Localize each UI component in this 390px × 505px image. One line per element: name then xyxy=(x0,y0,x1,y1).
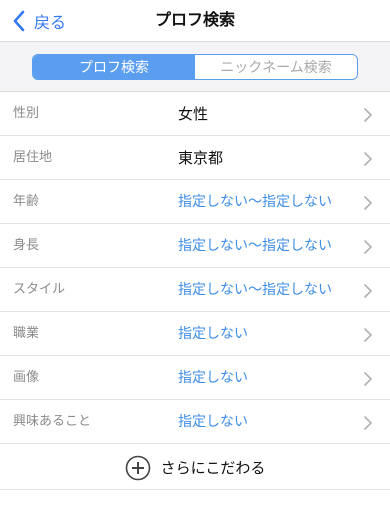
row-value: 指定しない xyxy=(178,414,248,430)
search-screen: 戻る プロフ検索 プロフ検索 ニックネーム検索 性別 女性 居住地 東京都 年齢… xyxy=(0,0,390,505)
chevron-right-icon xyxy=(363,371,373,386)
row-value: 指定しない～指定しない xyxy=(178,282,332,298)
row-value: 指定しない xyxy=(178,326,248,342)
row-value: 指定しない xyxy=(178,370,248,386)
row-label: 画像 xyxy=(13,370,40,385)
row-label: 年齢 xyxy=(13,194,40,209)
chevron-right-icon xyxy=(363,327,373,342)
row-label: 興味あること xyxy=(13,414,92,429)
more-filters-label: さらにこだわる xyxy=(160,459,266,477)
segment-area: プロフ検索 ニックネーム検索 xyxy=(0,42,390,92)
filter-row-height[interactable]: 身長 指定しない～指定しない xyxy=(0,224,390,268)
row-label: 性別 xyxy=(13,106,40,121)
chevron-right-icon xyxy=(363,283,373,298)
row-label: 居住地 xyxy=(13,150,53,165)
filter-row-residence[interactable]: 居住地 東京都 xyxy=(0,136,390,180)
filter-row-interests[interactable]: 興味あること 指定しない xyxy=(0,400,390,444)
chevron-right-icon xyxy=(363,195,373,210)
filter-row-gender[interactable]: 性別 女性 xyxy=(0,92,390,136)
row-value: 東京都 xyxy=(178,149,224,167)
page-title: プロフ検索 xyxy=(154,10,235,29)
filter-list: 性別 女性 居住地 東京都 年齢 指定しない～指定しない 身長 指定しない～指定… xyxy=(0,92,390,444)
more-filters-button[interactable]: さらにこだわる xyxy=(0,446,390,490)
segment-profile-search[interactable]: プロフ検索 xyxy=(33,55,195,79)
filter-row-image[interactable]: 画像 指定しない xyxy=(0,356,390,400)
row-value: 指定しない～指定しない xyxy=(178,238,332,254)
row-value: 女性 xyxy=(178,105,209,123)
plus-circle-icon xyxy=(125,455,151,481)
chevron-right-icon xyxy=(363,239,373,254)
navigation-bar: 戻る プロフ検索 xyxy=(0,0,390,42)
filter-row-age[interactable]: 年齢 指定しない～指定しない xyxy=(0,180,390,224)
filter-row-occupation[interactable]: 職業 指定しない xyxy=(0,312,390,356)
filter-row-style[interactable]: スタイル 指定しない～指定しない xyxy=(0,268,390,312)
chevron-right-icon xyxy=(363,107,373,122)
segment-nickname-search[interactable]: ニックネーム検索 xyxy=(195,55,357,79)
row-label: 職業 xyxy=(13,326,40,341)
chevron-right-icon xyxy=(363,151,373,166)
search-mode-segmented-control: プロフ検索 ニックネーム検索 xyxy=(32,54,358,80)
row-label: スタイル xyxy=(13,282,66,297)
row-label: 身長 xyxy=(13,238,40,253)
row-value: 指定しない～指定しない xyxy=(178,194,332,210)
chevron-right-icon xyxy=(363,415,373,430)
